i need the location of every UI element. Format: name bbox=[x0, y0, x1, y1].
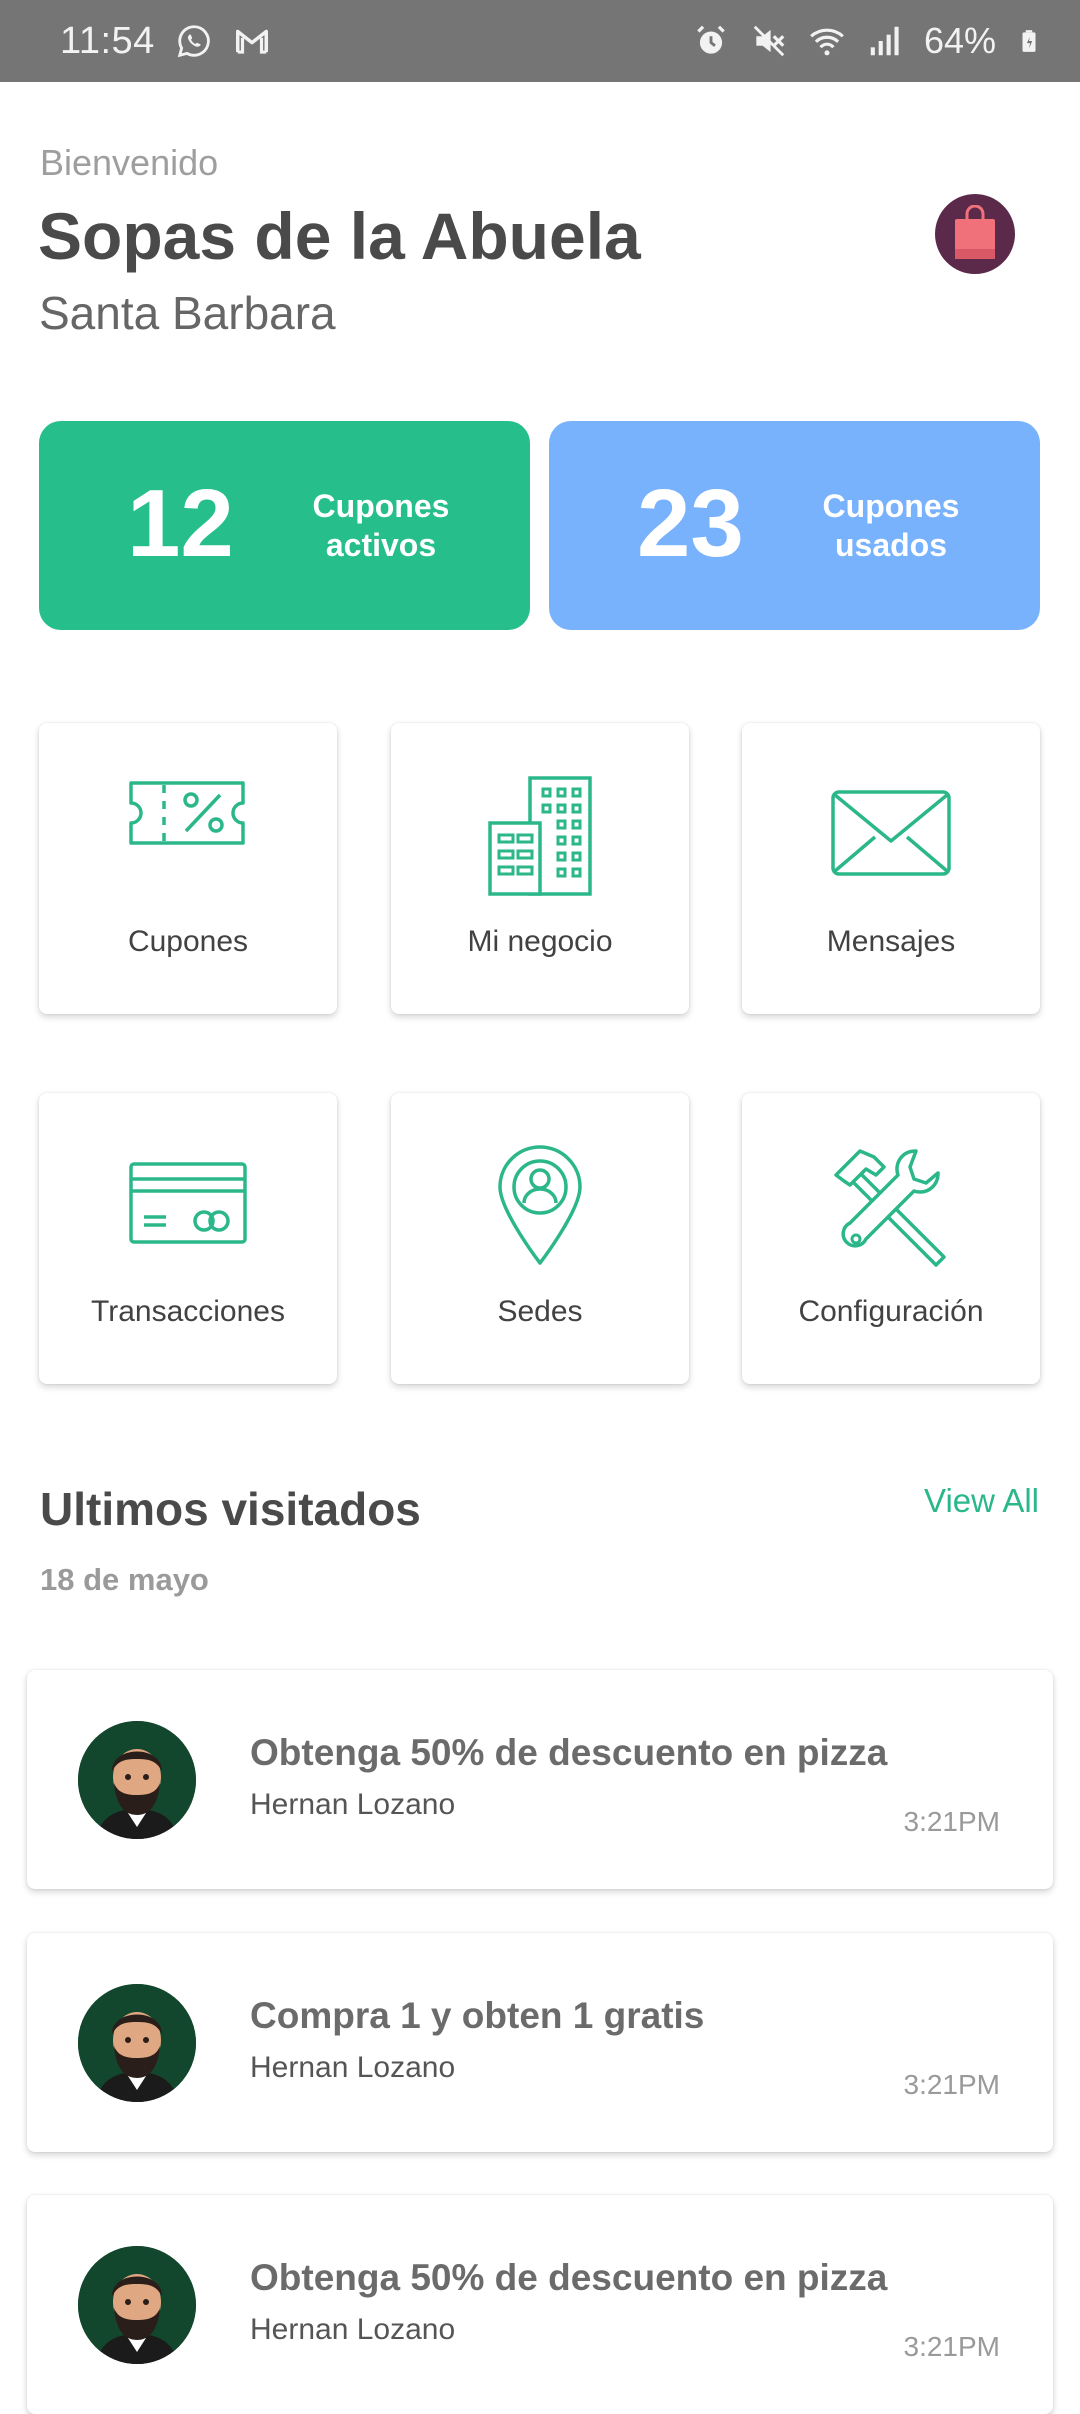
view-all-link[interactable]: View All bbox=[924, 1482, 1039, 1520]
business-logo[interactable] bbox=[935, 194, 1015, 274]
avatar bbox=[78, 2246, 196, 2364]
active-coupons-label: Cupones activos bbox=[301, 487, 461, 565]
menu-tile-cupones[interactable]: Cupones bbox=[39, 723, 337, 1014]
active-coupons-card[interactable]: 12 Cupones activos bbox=[39, 421, 530, 630]
whatsapp-icon bbox=[177, 25, 210, 58]
visit-time: 3:21PM bbox=[903, 1806, 1001, 1837]
gmail-icon bbox=[235, 29, 268, 54]
recent-section-title: Ultimos visitados bbox=[40, 1483, 421, 1535]
visit-title: Obtenga 50% de descuento en pizza bbox=[250, 2257, 888, 2298]
battery-icon bbox=[1022, 30, 1036, 52]
visit-title: Compra 1 y obten 1 gratis bbox=[250, 1995, 705, 2036]
recent-section-date: 18 de mayo bbox=[40, 1562, 209, 1597]
shopping-bag-icon bbox=[955, 205, 995, 259]
list-item[interactable]: Obtenga 50% de descuento en pizza Hernan… bbox=[27, 1670, 1053, 1889]
welcome-text: Bienvenido bbox=[40, 142, 219, 183]
active-coupons-label-line1: Cupones bbox=[312, 487, 450, 524]
business-city: Santa Barbara bbox=[39, 287, 336, 339]
menu-tile-label: Transacciones bbox=[91, 1295, 285, 1328]
used-coupons-card[interactable]: 23 Cupones usados bbox=[549, 421, 1040, 630]
coupon-icon bbox=[129, 781, 245, 845]
menu-tile-transacciones[interactable]: Transacciones bbox=[39, 1093, 337, 1384]
mute-icon bbox=[753, 25, 785, 57]
visit-user: Hernan Lozano bbox=[250, 2313, 456, 2346]
visit-time: 3:21PM bbox=[903, 2069, 1001, 2100]
menu-tile-label: Mi negocio bbox=[467, 925, 613, 958]
avatar bbox=[78, 1984, 196, 2102]
menu-tile-mensajes[interactable]: Mensajes bbox=[742, 723, 1040, 1014]
active-coupons-label-line2: activos bbox=[325, 526, 437, 563]
status-bar: 11:54 64% bbox=[0, 0, 1080, 82]
visit-user: Hernan Lozano bbox=[250, 1788, 456, 1821]
used-coupons-label: Cupones usados bbox=[811, 487, 971, 565]
menu-tile-label: Mensajes bbox=[826, 925, 956, 958]
envelope-icon bbox=[831, 790, 951, 876]
used-coupons-count: 23 bbox=[637, 469, 744, 577]
battery-percent: 64% bbox=[923, 20, 996, 61]
list-item[interactable]: Obtenga 50% de descuento en pizza Hernan… bbox=[27, 2195, 1053, 2414]
credit-card-icon bbox=[129, 1162, 247, 1244]
signal-icon bbox=[870, 26, 899, 56]
alarm-icon bbox=[697, 25, 725, 54]
status-time: 11:54 bbox=[60, 19, 155, 62]
building-icon bbox=[488, 776, 592, 896]
wifi-icon bbox=[810, 28, 844, 56]
business-name: Sopas de la Abuela bbox=[38, 199, 641, 273]
used-coupons-label-line2: usados bbox=[834, 526, 948, 563]
menu-tile-label: Cupones bbox=[127, 925, 249, 958]
menu-tile-sedes[interactable]: Sedes bbox=[391, 1093, 689, 1384]
used-coupons-label-line1: Cupones bbox=[822, 487, 960, 524]
list-item[interactable]: Compra 1 y obten 1 gratis Hernan Lozano … bbox=[27, 1933, 1053, 2152]
menu-tile-label: Configuración bbox=[798, 1295, 984, 1328]
tools-icon bbox=[834, 1149, 946, 1267]
menu-tile-mi-negocio[interactable]: Mi negocio bbox=[391, 723, 689, 1014]
menu-tile-label: Sedes bbox=[497, 1295, 583, 1328]
menu-tile-configuracion[interactable]: Configuración bbox=[742, 1093, 1040, 1384]
location-pin-icon bbox=[498, 1145, 582, 1265]
visit-time: 3:21PM bbox=[903, 2331, 1001, 2362]
active-coupons-count: 12 bbox=[127, 469, 234, 577]
visit-title: Obtenga 50% de descuento en pizza bbox=[250, 1732, 888, 1773]
avatar bbox=[78, 1721, 196, 1839]
visit-user: Hernan Lozano bbox=[250, 2051, 456, 2084]
